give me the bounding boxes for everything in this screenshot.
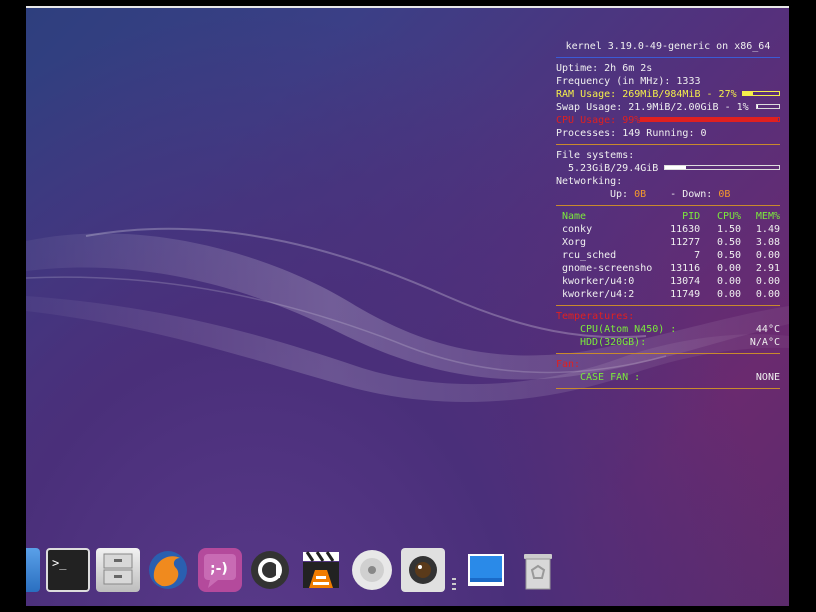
desktop-icon[interactable] bbox=[464, 548, 508, 592]
proc-name: conky bbox=[562, 224, 593, 235]
file-cabinet-icon[interactable] bbox=[96, 548, 140, 592]
fs-label: File systems: bbox=[556, 150, 635, 161]
proc-cpu: 0.50 bbox=[716, 237, 742, 248]
divider bbox=[556, 144, 780, 145]
cpu-line: CPU Usage: 99% bbox=[556, 114, 780, 127]
proc-name: rcu_sched bbox=[562, 250, 617, 261]
temp-cpu-label: CPU(Atom N450) : bbox=[580, 324, 677, 335]
proc-pid: 7 bbox=[694, 250, 701, 261]
col-mem: MEM% bbox=[755, 211, 780, 222]
fan-title: Fan: bbox=[556, 359, 581, 370]
ram-line: RAM Usage: 269MiB/984MiB - 27% bbox=[556, 88, 780, 101]
net-down-label: - Down: bbox=[670, 189, 713, 200]
proc-cpu: 1.50 bbox=[716, 224, 742, 235]
net-down-value: 0B bbox=[718, 189, 731, 200]
proc-mem: 1.49 bbox=[755, 224, 780, 235]
divider bbox=[556, 388, 780, 389]
terminal-icon[interactable]: >_ bbox=[46, 548, 90, 592]
pidgin-icon[interactable]: ;-) bbox=[198, 548, 242, 592]
table-row: kworker/u4:0 13074 0.00 0.00 bbox=[556, 275, 780, 288]
table-row: conky 11630 1.50 1.49 bbox=[556, 223, 780, 236]
net-line: Up: 0B - Down: 0B bbox=[556, 188, 780, 201]
temp-cpu-value: 44°C bbox=[755, 324, 780, 335]
disc-icon[interactable] bbox=[350, 548, 394, 592]
proc-cpu: 0.50 bbox=[716, 250, 742, 261]
temperatures-title: Temperatures: bbox=[556, 311, 635, 322]
proc-mem: 2.91 bbox=[755, 263, 780, 274]
proc-mem: 0.00 bbox=[755, 289, 780, 300]
proc-pid: 11277 bbox=[670, 237, 701, 248]
swap-text: Swap Usage: 21.9MiB/2.00GiB - 1% bbox=[556, 102, 749, 113]
svg-text:>_: >_ bbox=[52, 556, 67, 570]
proc-pid: 13074 bbox=[670, 276, 701, 287]
amarok-icon[interactable] bbox=[248, 548, 292, 592]
processes-line: Processes: 149 Running: 0 bbox=[556, 128, 707, 139]
process-table-header: Name PID CPU% MEM% bbox=[556, 210, 780, 223]
swap-bar bbox=[756, 104, 780, 109]
net-up-label: Up: bbox=[610, 189, 629, 200]
proc-mem: 0.00 bbox=[755, 276, 780, 287]
fs-value: 5.23GiB/29.4GiB bbox=[568, 163, 659, 174]
cpu-bar bbox=[640, 117, 780, 122]
ram-text: RAM Usage: 269MiB/984MiB - 27% bbox=[556, 89, 737, 100]
temp-hdd-label: HDD(320GB): bbox=[580, 337, 647, 348]
proc-name: kworker/u4:0 bbox=[562, 276, 635, 287]
table-row: gnome-screensho 13116 0.00 2.91 bbox=[556, 262, 780, 275]
temp-hdd-value: N/A°C bbox=[749, 337, 780, 348]
desktop[interactable]: kernel 3.19.0-49-generic on x86_64 Uptim… bbox=[26, 6, 789, 606]
proc-name: gnome-screensho bbox=[562, 263, 653, 274]
divider bbox=[556, 205, 780, 206]
table-row: kworker/u4:2 11749 0.00 0.00 bbox=[556, 288, 780, 301]
frequency-line: Frequency (in MHz): 1333 bbox=[556, 76, 701, 87]
dock-separator bbox=[452, 578, 456, 592]
col-pid: PID bbox=[682, 211, 701, 222]
fan-line: CASE FAN : NONE bbox=[556, 371, 780, 384]
fs-bar bbox=[664, 165, 780, 170]
temp-cpu-line: CPU(Atom N450) : 44°C bbox=[556, 323, 780, 336]
divider bbox=[556, 57, 780, 58]
swap-line: Swap Usage: 21.9MiB/2.00GiB - 1% bbox=[556, 101, 780, 114]
uptime-line: Uptime: 2h 6m 2s bbox=[556, 63, 653, 74]
dock: >_ ;-) bbox=[26, 544, 789, 606]
kernel-line: kernel 3.19.0-49-generic on x86_64 bbox=[565, 41, 771, 52]
net-label: Networking: bbox=[556, 176, 623, 187]
conky-panel: kernel 3.19.0-49-generic on x86_64 Uptim… bbox=[556, 40, 780, 393]
proc-mem: 0.00 bbox=[755, 250, 780, 261]
table-row: rcu_sched 7 0.50 0.00 bbox=[556, 249, 780, 262]
firefox-icon[interactable] bbox=[146, 548, 190, 592]
fan-value: NONE bbox=[755, 372, 780, 383]
svg-text:;-): ;-) bbox=[210, 561, 228, 577]
proc-name: kworker/u4:2 bbox=[562, 289, 635, 300]
divider bbox=[556, 305, 780, 306]
proc-name: Xorg bbox=[562, 237, 587, 248]
proc-cpu: 0.00 bbox=[716, 263, 742, 274]
fs-line: 5.23GiB/29.4GiB bbox=[556, 162, 780, 175]
proc-cpu: 0.00 bbox=[716, 276, 742, 287]
table-row: Xorg 11277 0.50 3.08 bbox=[556, 236, 780, 249]
trash-icon[interactable] bbox=[516, 548, 560, 592]
col-name: Name bbox=[562, 211, 587, 222]
col-cpu: CPU% bbox=[716, 211, 742, 222]
proc-cpu: 0.00 bbox=[716, 289, 742, 300]
proc-pid: 11630 bbox=[670, 224, 701, 235]
ram-bar bbox=[742, 91, 780, 96]
proc-pid: 11749 bbox=[670, 289, 701, 300]
proc-mem: 3.08 bbox=[755, 237, 780, 248]
fan-label: CASE FAN : bbox=[580, 372, 641, 383]
cpu-text: CPU Usage: 99% bbox=[556, 115, 641, 126]
partial-app-icon[interactable] bbox=[26, 548, 40, 592]
vlc-icon[interactable] bbox=[299, 548, 343, 592]
camera-icon[interactable] bbox=[401, 548, 445, 592]
proc-pid: 13116 bbox=[670, 263, 701, 274]
temp-hdd-line: HDD(320GB): N/A°C bbox=[556, 336, 780, 349]
net-up-value: 0B bbox=[634, 189, 647, 200]
divider bbox=[556, 353, 780, 354]
